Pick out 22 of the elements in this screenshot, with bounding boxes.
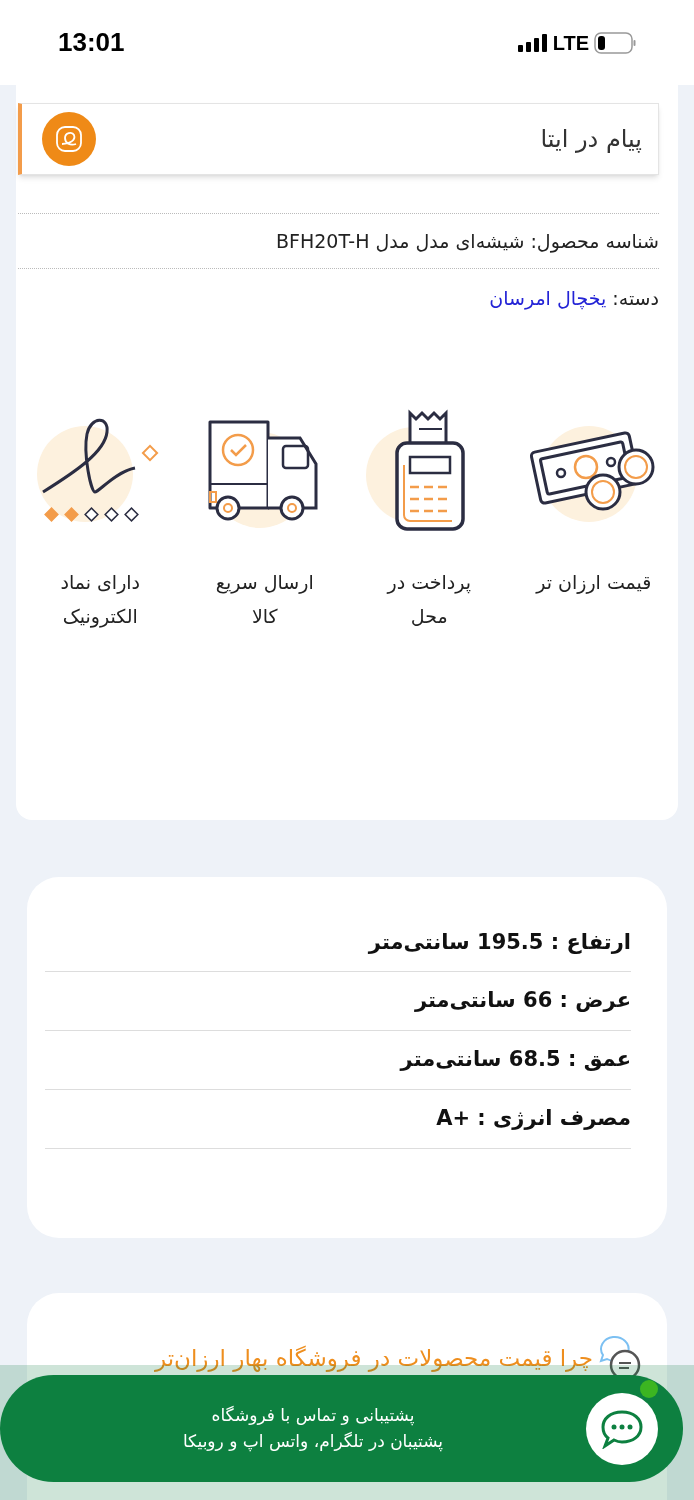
spec-text: عمق : 68.5 سانتی‌متر <box>400 1046 631 1074</box>
chat-icon <box>600 1408 644 1449</box>
support-banner[interactable]: پشتیبانی و تماس با فروشگاه پشتیبان در تلگرام، واتس اپ و روبیکا <box>0 1375 683 1482</box>
section-title: چرا قیمت محصولات در فروشگاه بهار ارزان‌تر <box>155 1343 593 1374</box>
feature-label: پرداخت در محل <box>387 570 472 629</box>
spec-text: مصرف انرژی : +A <box>436 1105 631 1133</box>
support-subtitle: پشتیبان در تلگرام، واتس اپ و روبیکا <box>182 1429 444 1454</box>
status-time: 13:01 <box>58 26 125 59</box>
product-id: شناسه محصول: شیشه‌ای مدل مدل BFH20T-H <box>276 228 659 255</box>
spec-text: عرض : 66 سانتی‌متر <box>414 987 631 1015</box>
feature-label: دارای نماد الکترونیک <box>60 570 141 630</box>
category-label: دسته: <box>612 285 659 311</box>
feature-label: قیمت ارزان تر <box>536 570 652 596</box>
chat-logo-icon <box>42 112 96 166</box>
signal-icon <box>517 33 548 52</box>
eitaa-button[interactable]: پیام در ایتا <box>18 103 659 175</box>
feature-label: ارسال سریع کالا <box>215 570 314 629</box>
network-label: LTE <box>552 30 589 56</box>
spec-text: ارتفاع : 195.5 سانتی‌متر <box>368 928 631 956</box>
battery-icon <box>594 31 636 54</box>
support-title: پشتیبانی و تماس با فروشگاه <box>211 1404 415 1428</box>
category-link[interactable]: یخچال امرسان <box>489 283 607 313</box>
